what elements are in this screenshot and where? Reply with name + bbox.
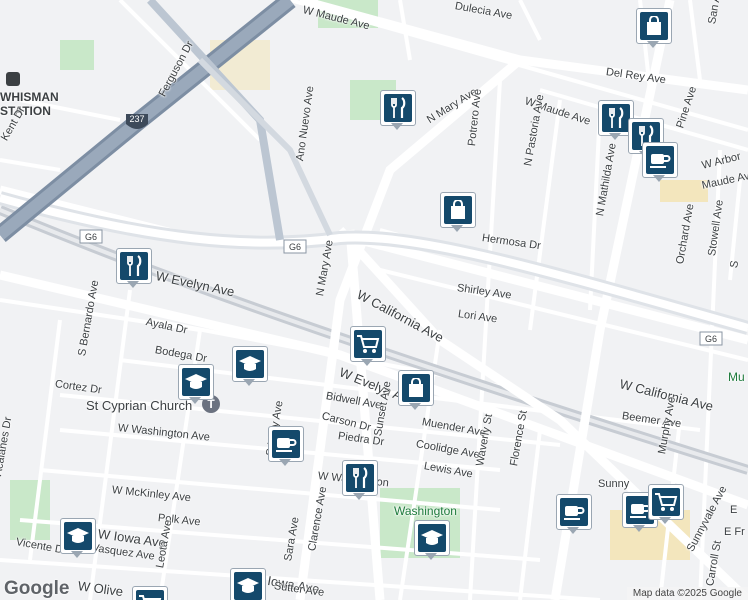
shopping-cart-icon — [652, 488, 680, 516]
coffee-cup-icon — [646, 146, 674, 174]
poi-pin-grocery[interactable] — [350, 326, 386, 366]
poi-pin-cafe[interactable] — [642, 142, 678, 182]
station-label: WHISMAN — [0, 90, 59, 104]
street-label: E Fr — [724, 526, 745, 538]
poi-pin-grocery[interactable] — [648, 484, 684, 524]
poi-pin-frame — [230, 568, 266, 600]
poi-pin-frame — [440, 192, 476, 228]
poi-pin-frame — [178, 364, 214, 400]
svg-text:G6: G6 — [85, 232, 97, 242]
poi-pin-tail — [409, 403, 421, 410]
shopping-bag-icon — [640, 12, 668, 40]
poi-pin-frame — [636, 8, 672, 44]
coffee-cup-icon — [560, 498, 588, 526]
coffee-cup-icon — [272, 430, 300, 458]
map-canvas[interactable]: 237 G6 G6 G6 WHISMAN STATION W Maude Ave… — [0, 0, 748, 600]
poi-pin-frame — [232, 346, 268, 382]
poi-pin-tail — [633, 525, 645, 532]
poi-pin-tail — [243, 379, 255, 386]
poi-pin-tail — [659, 517, 671, 524]
poi-pin-school[interactable] — [178, 364, 214, 404]
poi-pin-frame — [380, 90, 416, 126]
poi-pin-tail — [391, 123, 403, 130]
google-logo[interactable]: Google — [4, 578, 69, 600]
poi-pin-tail — [279, 459, 291, 466]
poi-pin-restaurant[interactable] — [116, 248, 152, 288]
poi-pin-tail — [425, 553, 437, 560]
poi-pin-tail — [361, 359, 373, 366]
fork-knife-icon — [384, 94, 412, 122]
svg-text:G6: G6 — [289, 242, 301, 252]
street-label: E — [730, 504, 738, 516]
place-label: Sunny — [598, 478, 630, 490]
fork-knife-icon — [120, 252, 148, 280]
graduation-cap-icon — [234, 572, 262, 600]
poi-pin-frame — [116, 248, 152, 284]
fork-knife-icon — [602, 104, 630, 132]
poi-pin-shopping[interactable] — [440, 192, 476, 232]
poi-pin-cafe[interactable] — [556, 494, 592, 534]
route-g6-shield: G6 — [79, 229, 103, 244]
svg-text:237: 237 — [129, 114, 144, 124]
train-station-icon[interactable] — [6, 72, 20, 86]
poi-pin-frame — [414, 520, 450, 556]
poi-pin-frame — [642, 142, 678, 178]
poi-pin-frame — [398, 370, 434, 406]
shopping-bag-icon — [402, 374, 430, 402]
poi-pin-tail — [71, 551, 83, 558]
graduation-cap-icon — [182, 368, 210, 396]
poi-pin-cafe[interactable] — [268, 426, 304, 466]
poi-pin-frame — [342, 460, 378, 496]
poi-pin-tail — [567, 527, 579, 534]
poi-pin-tail — [653, 175, 665, 182]
poi-pin-school[interactable] — [230, 568, 266, 600]
park-area — [10, 480, 50, 540]
poi-pin-frame — [556, 494, 592, 530]
poi-pin-tail — [189, 397, 201, 404]
map-attribution[interactable]: Map data ©2025 Google — [626, 587, 748, 600]
poi-pin-restaurant[interactable] — [380, 90, 416, 130]
poi-pin-restaurant[interactable] — [342, 460, 378, 500]
poi-pin-shopping[interactable] — [398, 370, 434, 410]
poi-pin-grocery[interactable] — [132, 586, 168, 600]
fork-knife-icon — [346, 464, 374, 492]
shopping-cart-icon — [136, 590, 164, 600]
place-label: Mu — [728, 370, 745, 384]
poi-pin-frame — [132, 586, 168, 600]
poi-pin-tail — [127, 281, 139, 288]
poi-pin-shopping[interactable] — [636, 8, 672, 48]
poi-pin-school[interactable] — [60, 518, 96, 558]
shopping-cart-icon — [354, 330, 382, 358]
poi-pin-tail — [609, 133, 621, 140]
route-g6-shield: G6 — [699, 331, 723, 346]
poi-pin-frame — [648, 484, 684, 520]
poi-pin-school[interactable] — [414, 520, 450, 560]
graduation-cap-icon — [64, 522, 92, 550]
poi-pin-tail — [353, 493, 365, 500]
poi-pin-frame — [268, 426, 304, 462]
shopping-bag-icon — [444, 196, 472, 224]
poi-pin-tail — [451, 225, 463, 232]
place-label: St Cyprian Church — [86, 398, 193, 413]
poi-pin-school[interactable] — [232, 346, 268, 386]
graduation-cap-icon — [418, 524, 446, 552]
park-area — [60, 40, 94, 70]
route-g6-shield: G6 — [283, 239, 307, 254]
poi-pin-frame — [60, 518, 96, 554]
graduation-cap-icon — [236, 350, 264, 378]
park-label: Washington — [394, 504, 457, 518]
poi-pin-tail — [647, 41, 659, 48]
poi-pin-frame — [350, 326, 386, 362]
svg-text:G6: G6 — [705, 334, 717, 344]
